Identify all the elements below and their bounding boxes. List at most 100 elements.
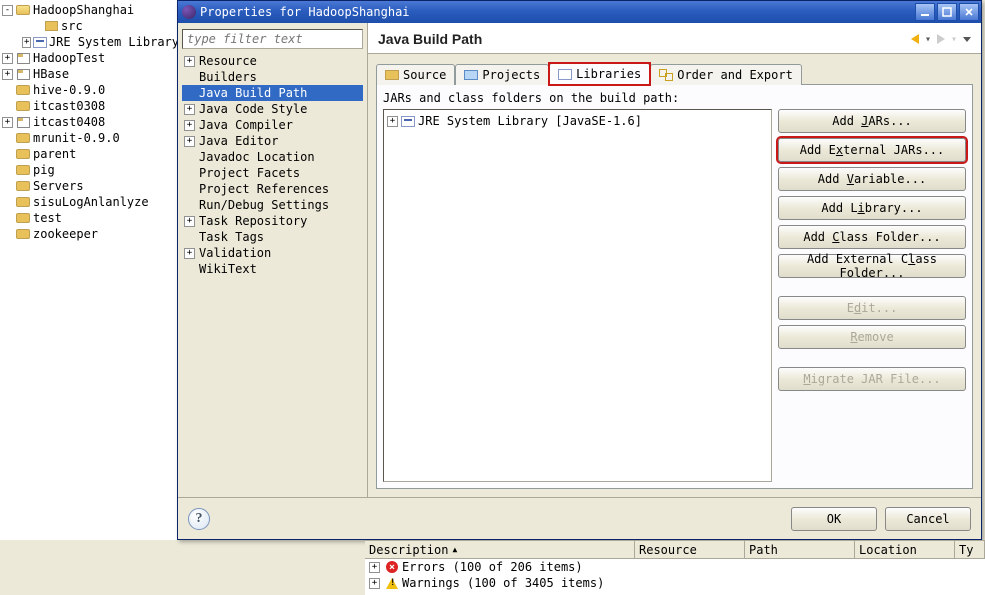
libraries-pane: JARs and class folders on the build path… bbox=[376, 84, 973, 489]
maximize-button[interactable] bbox=[937, 3, 957, 21]
expand-icon bbox=[2, 229, 13, 240]
ok-button[interactable]: OK bbox=[791, 507, 877, 531]
properties-tree-item[interactable]: +Resource bbox=[182, 53, 363, 69]
expand-icon[interactable]: + bbox=[184, 136, 195, 147]
add-external-jars-button[interactable]: Add External JARs... bbox=[778, 138, 966, 162]
tab-source[interactable]: Source bbox=[376, 64, 455, 85]
expand-icon[interactable]: + bbox=[22, 37, 31, 48]
problems-header[interactable]: Description ▲ Resource Path Location Ty bbox=[365, 541, 985, 559]
tree-item-label: HBase bbox=[33, 67, 69, 81]
col-description[interactable]: Description ▲ bbox=[365, 541, 635, 558]
col-location[interactable]: Location bbox=[855, 541, 955, 558]
properties-tree-item[interactable]: Project References bbox=[182, 181, 363, 197]
explorer-item[interactable]: src bbox=[2, 18, 179, 34]
explorer-item[interactable]: +JRE System Library bbox=[2, 34, 179, 50]
expand-icon bbox=[184, 200, 195, 211]
explorer-item[interactable]: -HadoopShanghai bbox=[2, 2, 179, 18]
tab-projects[interactable]: Projects bbox=[455, 64, 549, 85]
expand-icon[interactable]: + bbox=[2, 69, 13, 80]
tree-item-label: Java Build Path bbox=[199, 86, 307, 100]
migrate-jar-button[interactable]: Migrate JAR File... bbox=[778, 367, 966, 391]
explorer-item[interactable]: itcast0308 bbox=[2, 98, 179, 114]
tree-item-label: Task Tags bbox=[199, 230, 264, 244]
tree-item-label: pig bbox=[33, 163, 55, 177]
tree-item-label: parent bbox=[33, 147, 76, 161]
properties-tree-item[interactable]: Task Tags bbox=[182, 229, 363, 245]
properties-tree-item[interactable]: +Java Editor bbox=[182, 133, 363, 149]
help-icon[interactable]: ? bbox=[188, 508, 210, 530]
add-class-folder-button[interactable]: Add Class Folder... bbox=[778, 225, 966, 249]
explorer-item[interactable]: parent bbox=[2, 146, 179, 162]
source-folder-icon bbox=[385, 70, 399, 80]
close-button[interactable] bbox=[959, 3, 979, 21]
forward-icon[interactable] bbox=[937, 34, 945, 44]
explorer-item[interactable]: zookeeper bbox=[2, 226, 179, 242]
explorer-item[interactable]: test bbox=[2, 210, 179, 226]
list-item[interactable]: + JRE System Library [JavaSE-1.6] bbox=[387, 113, 768, 129]
tree-item-label: Builders bbox=[199, 70, 257, 84]
folder-closed bbox=[16, 165, 30, 175]
expand-icon[interactable]: + bbox=[2, 117, 13, 128]
expand-icon[interactable]: + bbox=[184, 120, 195, 131]
pkg-icon bbox=[45, 21, 58, 31]
properties-tree-item[interactable]: + Java Code Style bbox=[182, 101, 363, 117]
explorer-item[interactable]: + HBase bbox=[2, 66, 179, 82]
add-external-class-folder-button[interactable]: Add External Class Folder... bbox=[778, 254, 966, 278]
explorer-item[interactable]: +itcast0408 bbox=[2, 114, 179, 130]
properties-tree[interactable]: +ResourceBuildersJava Build Path+Java Co… bbox=[182, 53, 363, 493]
expand-icon[interactable]: + bbox=[184, 56, 195, 67]
explorer-item[interactable]: mrunit-0.9.0 bbox=[2, 130, 179, 146]
tab-libraries[interactable]: Libraries bbox=[549, 63, 650, 85]
expand-icon[interactable]: + bbox=[184, 104, 195, 115]
minimize-button[interactable] bbox=[915, 3, 935, 21]
tree-item-label: zookeeper bbox=[33, 227, 98, 241]
add-jars-button[interactable]: Add JARs... bbox=[778, 109, 966, 133]
properties-tree-item[interactable]: Java Build Path bbox=[182, 85, 363, 101]
folder-closed bbox=[16, 133, 30, 143]
filter-input[interactable] bbox=[187, 32, 358, 46]
edit-button[interactable]: Edit... bbox=[778, 296, 966, 320]
expand-icon[interactable]: + bbox=[184, 216, 195, 227]
expand-icon bbox=[2, 133, 13, 144]
explorer-item[interactable]: +HadoopTest bbox=[2, 50, 179, 66]
properties-tree-item[interactable]: +Validation bbox=[182, 245, 363, 261]
properties-tree-item[interactable]: Project Facets bbox=[182, 165, 363, 181]
expand-icon[interactable]: + bbox=[387, 116, 398, 127]
col-resource[interactable]: Resource bbox=[635, 541, 745, 558]
explorer-item[interactable]: sisuLogAnlanlyze bbox=[2, 194, 179, 210]
explorer-item[interactable]: pig bbox=[2, 162, 179, 178]
back-icon[interactable] bbox=[911, 34, 919, 44]
cancel-button[interactable]: Cancel bbox=[885, 507, 971, 531]
properties-tree-item[interactable]: +Task Repository bbox=[182, 213, 363, 229]
expand-icon[interactable]: + bbox=[184, 248, 195, 259]
explorer-item[interactable]: hive-0.9.0 bbox=[2, 82, 179, 98]
add-variable-button[interactable]: Add Variable... bbox=[778, 167, 966, 191]
properties-tree-item[interactable]: Javadoc Location bbox=[182, 149, 363, 165]
properties-tree-item[interactable]: +Java Compiler bbox=[182, 117, 363, 133]
expand-icon[interactable]: + bbox=[2, 53, 13, 64]
warnings-label: Warnings (100 of 3405 items) bbox=[402, 576, 604, 590]
col-path[interactable]: Path bbox=[745, 541, 855, 558]
menu-dropdown-icon[interactable] bbox=[963, 37, 971, 42]
tree-item-label: Java Code Style bbox=[199, 102, 307, 116]
properties-tree-item[interactable]: WikiText bbox=[182, 261, 363, 277]
folder-closed bbox=[16, 213, 30, 223]
tab-order-export[interactable]: Order and Export bbox=[650, 64, 802, 85]
problems-warnings-row[interactable]: + Warnings (100 of 3405 items) bbox=[365, 575, 985, 591]
col-type[interactable]: Ty bbox=[955, 541, 985, 558]
expand-icon[interactable]: + bbox=[369, 578, 380, 589]
problems-view: Description ▲ Resource Path Location Ty … bbox=[365, 540, 985, 595]
expand-icon bbox=[2, 101, 13, 112]
explorer-item[interactable]: Servers bbox=[2, 178, 179, 194]
expand-icon[interactable]: + bbox=[369, 562, 380, 573]
expand-icon[interactable]: - bbox=[2, 5, 13, 16]
dialog-titlebar[interactable]: Properties for HadoopShanghai bbox=[178, 1, 981, 23]
properties-tree-item[interactable]: Builders bbox=[182, 69, 363, 85]
filter-box[interactable] bbox=[182, 29, 363, 49]
page-title: Java Build Path bbox=[378, 31, 911, 47]
properties-tree-item[interactable]: Run/Debug Settings bbox=[182, 197, 363, 213]
add-library-button[interactable]: Add Library... bbox=[778, 196, 966, 220]
remove-button[interactable]: Remove bbox=[778, 325, 966, 349]
jar-list[interactable]: + JRE System Library [JavaSE-1.6] bbox=[383, 109, 772, 482]
problems-errors-row[interactable]: + × Errors (100 of 206 items) bbox=[365, 559, 985, 575]
